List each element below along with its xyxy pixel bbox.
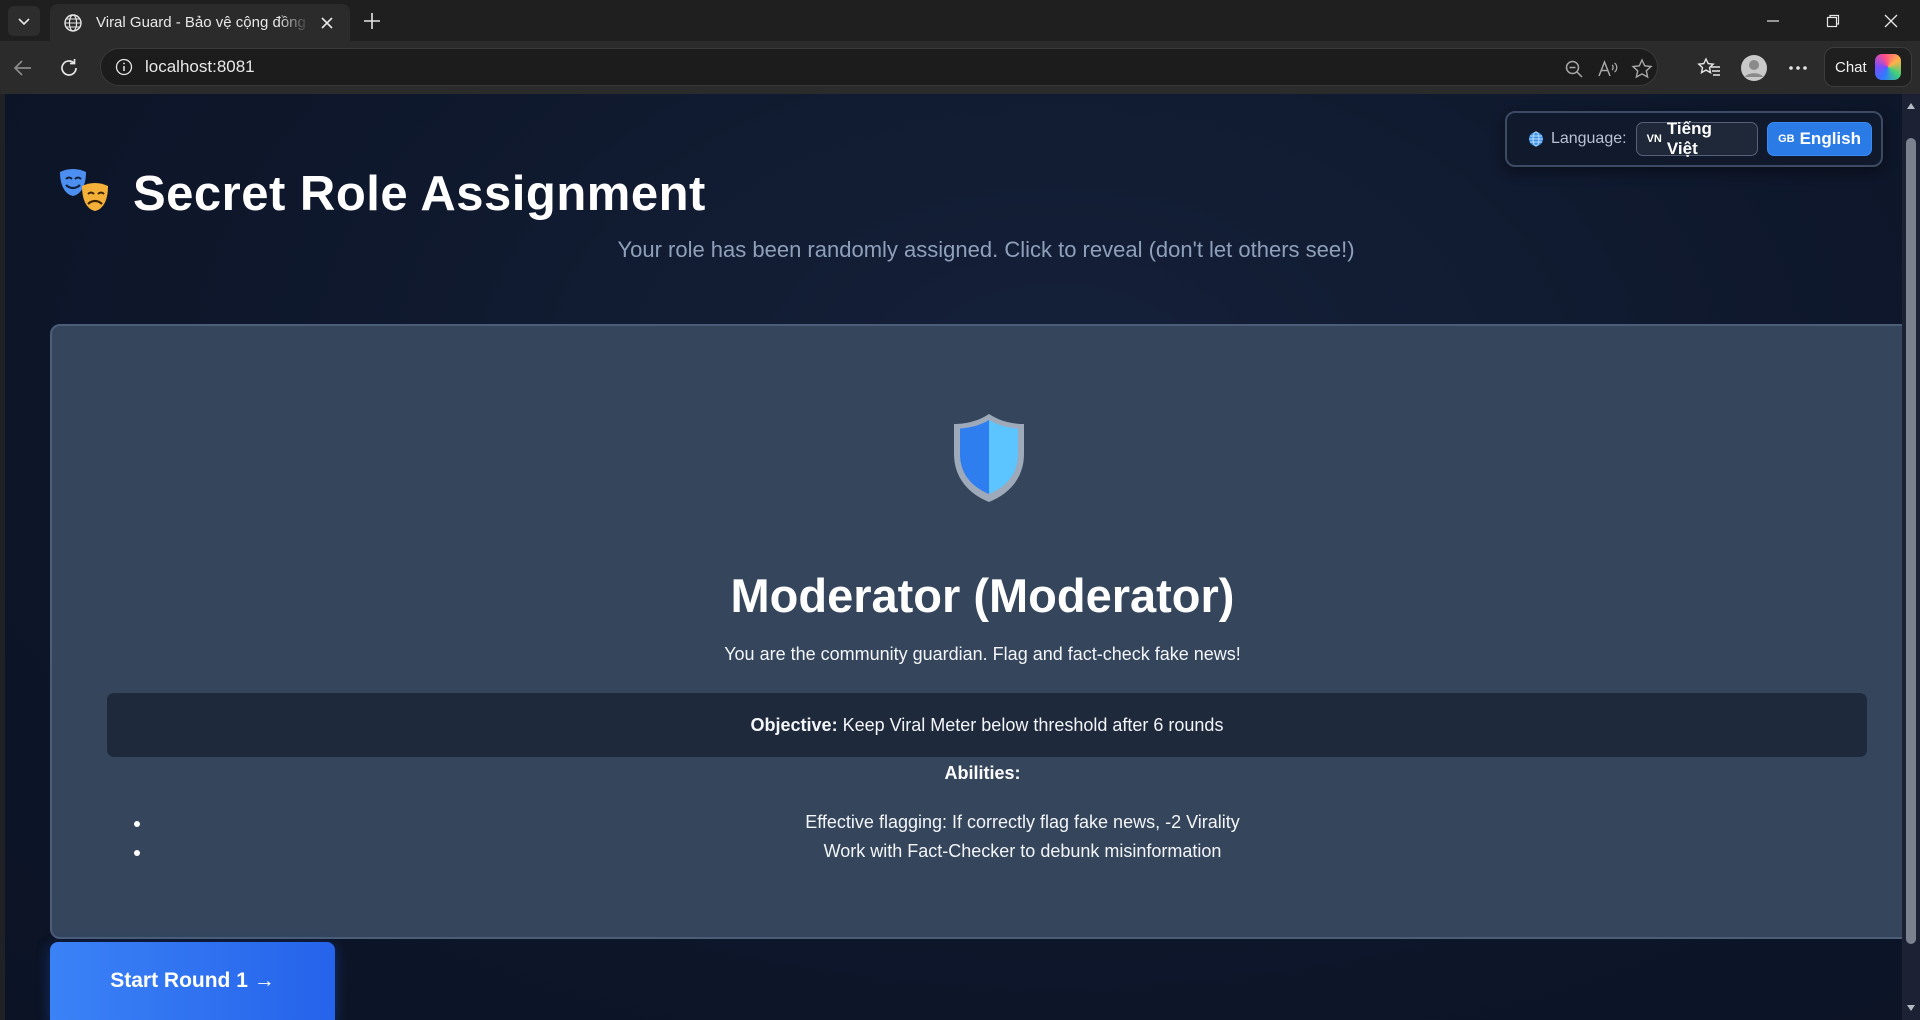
objective-label: Objective:: [750, 714, 838, 735]
page-title: Secret Role Assignment: [57, 159, 706, 229]
favorites-list-icon: [1697, 57, 1720, 76]
url-text: localhost:8081: [145, 57, 255, 76]
shield-icon: [954, 414, 1024, 502]
flag-vn-icon: VN: [1646, 133, 1662, 145]
more-horizontal-icon: [1789, 66, 1807, 70]
ability-text: Work with Fact-Checker to debunk misinfo…: [823, 841, 1222, 861]
new-tab-button[interactable]: [356, 6, 388, 36]
chat-label: Chat: [1835, 58, 1867, 76]
tab-title: Viral Guard - Bảo vệ cộng đồng khỏi tin …: [96, 14, 310, 31]
theater-masks-icon: [60, 169, 108, 211]
page-title-text: Secret Role Assignment: [133, 167, 706, 221]
abilities-heading: Abilities:: [944, 763, 1021, 783]
copilot-icon: [1874, 54, 1901, 80]
role-title: Moderator (Moderator): [730, 569, 1235, 622]
language-switcher: Language: VN Tiếng Việt GB English: [1505, 111, 1883, 167]
role-card[interactable]: Moderator (Moderator) You are the commun…: [50, 324, 1920, 939]
more-options-button[interactable]: [1781, 51, 1815, 85]
read-aloud-icon[interactable]: [1597, 58, 1619, 80]
favorite-star-icon[interactable]: [1631, 58, 1653, 80]
language-option-label: Tiếng Việt: [1666, 119, 1712, 158]
info-icon[interactable]: [113, 56, 135, 78]
ability-text: Effective flagging: If correctly flag fa…: [805, 812, 1240, 832]
tab-list-button[interactable]: [8, 6, 40, 36]
zoom-out-icon[interactable]: [1563, 58, 1585, 80]
profile-button[interactable]: [1737, 51, 1771, 85]
start-round-button[interactable]: Start Round 1 →: [50, 942, 335, 1020]
close-icon[interactable]: [316, 12, 338, 34]
scrollbar-thumb[interactable]: [1906, 138, 1916, 944]
language-option-english[interactable]: GB English: [1767, 122, 1872, 156]
reload-icon: [61, 59, 77, 76]
window-close-button[interactable]: [1862, 0, 1920, 41]
bullet: [134, 850, 140, 856]
avatar-icon: [1741, 55, 1767, 81]
plus-icon: [364, 13, 380, 29]
globe-icon: [62, 12, 84, 34]
restore-icon: [1826, 14, 1840, 27]
arrow-left-icon: [13, 60, 31, 76]
minimize-icon: [1767, 19, 1779, 22]
page-subtitle: Your role has been randomly assigned. Cl…: [617, 237, 1355, 262]
list-item: Work with Fact-Checker to debunk misinfo…: [52, 837, 1913, 866]
language-label: Language:: [1550, 130, 1627, 147]
browser-tab-bar: Viral Guard - Bảo vệ cộng đồng khỏi tin …: [0, 0, 1920, 41]
reload-button[interactable]: [52, 51, 86, 85]
vertical-scrollbar[interactable]: [1902, 94, 1920, 1020]
minimize-button[interactable]: [1744, 0, 1802, 41]
browser-toolbar: localhost:8081 Chat: [0, 41, 1920, 94]
objective-box: Objective: Keep Viral Meter below thresh…: [107, 693, 1867, 757]
restore-button[interactable]: [1804, 0, 1862, 41]
role-description: You are the community guardian. Flag and…: [724, 644, 1241, 664]
chevron-down-icon: [18, 18, 30, 26]
abilities-list: Effective flagging: If correctly flag fa…: [52, 808, 1913, 866]
close-icon: [1884, 14, 1898, 27]
language-option-label: English: [1799, 129, 1861, 148]
favorites-button[interactable]: [1692, 51, 1726, 85]
globe-icon: [1527, 130, 1545, 148]
language-option-vietnamese[interactable]: VN Tiếng Việt: [1635, 119, 1759, 158]
copilot-chat-button[interactable]: Chat: [1824, 47, 1912, 87]
objective-text: Keep Viral Meter below threshold after 6…: [842, 714, 1224, 735]
flag-gb-icon: GB: [1778, 133, 1795, 145]
address-bar[interactable]: localhost:8081: [100, 48, 1658, 86]
browser-tab[interactable]: Viral Guard - Bảo vệ cộng đồng khỏi tin …: [50, 4, 350, 41]
scroll-down-icon[interactable]: [1905, 1002, 1917, 1014]
list-item: Effective flagging: If correctly flag fa…: [52, 808, 1913, 837]
bullet: [134, 821, 140, 827]
page-viewport: Language: VN Tiếng Việt GB English Secre…: [5, 94, 1920, 1020]
back-button[interactable]: [6, 51, 40, 85]
scroll-up-icon[interactable]: [1905, 100, 1917, 112]
